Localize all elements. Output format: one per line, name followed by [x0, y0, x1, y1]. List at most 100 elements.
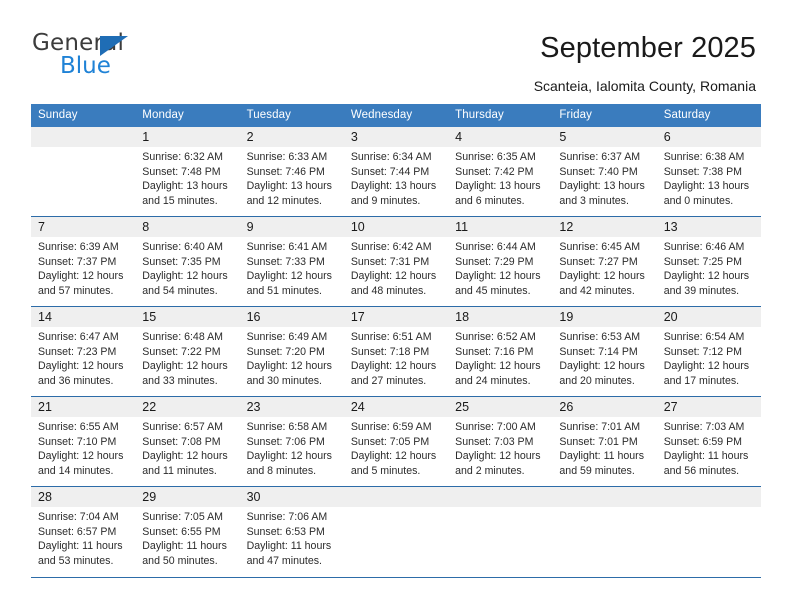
day-sun-info: Sunrise: 6:52 AM Sunset: 7:16 PM Daylight:… — [448, 327, 552, 388]
calendar-week-row: 21 Sunrise: 6:55 AM Sunset: 7:10 PM Dayligh… — [31, 396, 761, 487]
calendar-day-cell[interactable]: 2 Sunrise: 6:33 AM Sunset: 7:46 PM Daylight… — [239, 127, 344, 217]
sunset-text: Sunset: 7:06 PM — [246, 435, 325, 448]
calendar-day-cell[interactable]: 14 Sunrise: 6:47 AM Sunset: 7:23 PM Dayligh… — [31, 306, 136, 397]
daylight-text-line2: and 27 minutes. — [350, 374, 427, 387]
sunset-text: Sunset: 7:03 PM — [455, 435, 534, 448]
daylight-text-line2: and 6 minutes. — [455, 194, 525, 207]
day-number: 26 — [552, 397, 657, 417]
page-header: General Blue September 2025 Scanteia, Ia… — [0, 0, 792, 104]
day-sun-info: Sunrise: 6:54 AM Sunset: 7:12 PM Daylight:… — [657, 327, 761, 388]
day-sun-info: Sunrise: 6:44 AM Sunset: 7:29 PM Daylight:… — [448, 237, 552, 298]
day-sun-info: Sunrise: 6:42 AM Sunset: 7:31 PM Daylight:… — [344, 237, 448, 298]
daylight-text-line2: and 8 minutes. — [246, 464, 317, 477]
daylight-text-line2: and 53 minutes. — [38, 554, 114, 567]
day-number: 29 — [135, 487, 240, 507]
day-sun-info: Sunrise: 6:33 AM Sunset: 7:46 PM Daylight:… — [240, 147, 344, 208]
sunset-text: Sunset: 7:46 PM — [246, 165, 325, 178]
daylight-text-line1: Daylight: 12 hours — [455, 270, 541, 283]
sunset-text: Sunset: 7:31 PM — [350, 255, 430, 268]
calendar-day-cell[interactable]: 28 Sunrise: 7:04 AM Sunset: 6:57 PM Dayligh… — [31, 486, 136, 576]
calendar-empty-cell — [448, 486, 553, 576]
daylight-text-line2: and 59 minutes. — [559, 464, 635, 477]
calendar-day-cell[interactable]: 24 Sunrise: 6:59 AM Sunset: 7:05 PM Dayligh… — [343, 396, 449, 487]
daylight-text-line2: and 5 minutes. — [350, 464, 421, 477]
sunset-text: Sunset: 7:22 PM — [142, 345, 221, 358]
day-number: 5 — [552, 127, 657, 147]
sunrise-text: Sunrise: 6:52 AM — [455, 331, 536, 343]
weekday-header-monday: Monday — [135, 104, 240, 127]
sunrise-text: Sunrise: 6:42 AM — [350, 241, 432, 253]
day-number: 20 — [656, 307, 761, 327]
day-sun-info: Sunrise: 6:41 AM Sunset: 7:33 PM Daylight:… — [240, 237, 344, 298]
sunset-text: Sunset: 7:29 PM — [455, 255, 534, 268]
day-number: 7 — [31, 217, 136, 237]
calendar-day-cell[interactable]: 16 Sunrise: 6:49 AM Sunset: 7:20 PM Dayligh… — [239, 306, 344, 397]
sunset-text: Sunset: 7:05 PM — [350, 435, 430, 448]
calendar-day-cell[interactable]: 19 Sunrise: 6:53 AM Sunset: 7:14 PM Dayligh… — [552, 306, 657, 397]
day-number: 4 — [448, 127, 553, 147]
calendar-day-cell[interactable]: 20 Sunrise: 6:54 AM Sunset: 7:12 PM Dayligh… — [656, 306, 761, 397]
calendar-day-cell[interactable]: 26 Sunrise: 7:01 AM Sunset: 7:01 PM Dayligh… — [552, 396, 657, 487]
weekday-header-friday: Friday — [552, 104, 657, 127]
daylight-text-line2: and 45 minutes. — [455, 284, 531, 297]
page-subtitle: Scanteia, Ialomita County, Romania — [533, 78, 756, 94]
calendar-day-cell[interactable]: 4 Sunrise: 6:35 AM Sunset: 7:42 PM Daylight… — [448, 127, 553, 217]
day-sun-info: Sunrise: 6:53 AM Sunset: 7:14 PM Daylight:… — [552, 327, 656, 388]
calendar-day-cell[interactable]: 11 Sunrise: 6:44 AM Sunset: 7:29 PM Dayligh… — [448, 216, 553, 307]
calendar-day-cell[interactable]: 12 Sunrise: 6:45 AM Sunset: 7:27 PM Dayligh… — [552, 216, 657, 307]
calendar-day-cell[interactable]: 5 Sunrise: 6:37 AM Sunset: 7:40 PM Daylight… — [552, 127, 657, 217]
day-number: 11 — [448, 217, 553, 237]
daylight-text-line2: and 33 minutes. — [142, 374, 218, 387]
day-number: 9 — [239, 217, 344, 237]
calendar-day-cell[interactable]: 7 Sunrise: 6:39 AM Sunset: 7:37 PM Daylight… — [31, 216, 136, 307]
sunset-text: Sunset: 7:18 PM — [350, 345, 430, 358]
calendar-empty-cell — [552, 486, 657, 576]
calendar-header-row: Sunday Monday Tuesday Wednesday Thursday… — [31, 104, 761, 127]
calendar-grid: Sunday Monday Tuesday Wednesday Thursday… — [31, 104, 761, 576]
calendar-day-cell[interactable]: 22 Sunrise: 6:57 AM Sunset: 7:08 PM Dayligh… — [135, 396, 240, 487]
sunset-text: Sunset: 7:35 PM — [142, 255, 221, 268]
day-sun-info: Sunrise: 7:01 AM Sunset: 7:01 PM Daylight:… — [552, 417, 656, 478]
sunset-text: Sunset: 6:53 PM — [246, 525, 325, 538]
sunset-text: Sunset: 7:08 PM — [142, 435, 221, 448]
daylight-text-line2: and 50 minutes. — [142, 554, 218, 567]
sunrise-text: Sunrise: 6:53 AM — [559, 331, 641, 343]
calendar-day-cell[interactable]: 8 Sunrise: 6:40 AM Sunset: 7:35 PM Daylight… — [135, 216, 240, 307]
calendar-day-cell[interactable]: 30 Sunrise: 7:06 AM Sunset: 6:53 PM Dayligh… — [239, 486, 344, 576]
calendar-day-cell[interactable]: 29 Sunrise: 7:05 AM Sunset: 6:55 PM Dayligh… — [135, 486, 240, 576]
sunset-text: Sunset: 7:44 PM — [350, 165, 430, 178]
calendar-day-cell[interactable]: 13 Sunrise: 6:46 AM Sunset: 7:25 PM Dayligh… — [656, 216, 761, 307]
calendar-day-cell[interactable]: 10 Sunrise: 6:42 AM Sunset: 7:31 PM Dayligh… — [343, 216, 449, 307]
sunrise-text: Sunrise: 6:40 AM — [142, 241, 223, 253]
day-number: 12 — [552, 217, 657, 237]
day-number: 13 — [656, 217, 761, 237]
daylight-text-line1: Daylight: 12 hours — [663, 360, 750, 373]
calendar-day-cell[interactable]: 6 Sunrise: 6:38 AM Sunset: 7:38 PM Daylight… — [656, 127, 761, 217]
weekday-header-wednesday: Wednesday — [343, 104, 449, 127]
sunrise-text: Sunrise: 6:33 AM — [246, 151, 328, 163]
calendar-day-cell[interactable]: 1 Sunrise: 6:32 AM Sunset: 7:48 PM Daylight… — [135, 127, 240, 217]
calendar-day-cell[interactable]: 27 Sunrise: 7:03 AM Sunset: 6:59 PM Dayligh… — [656, 396, 761, 487]
daylight-text-line1: Daylight: 12 hours — [350, 450, 437, 463]
day-number: 25 — [448, 397, 553, 417]
daylight-text-line2: and 42 minutes. — [559, 284, 635, 297]
daylight-text-line2: and 2 minutes. — [455, 464, 525, 477]
calendar-day-cell[interactable]: 21 Sunrise: 6:55 AM Sunset: 7:10 PM Dayligh… — [31, 396, 136, 487]
daylight-text-line2: and 3 minutes. — [559, 194, 629, 207]
calendar-day-cell[interactable]: 9 Sunrise: 6:41 AM Sunset: 7:33 PM Daylight… — [239, 216, 344, 307]
general-blue-logo[interactable]: General Blue — [32, 30, 252, 86]
calendar-day-cell[interactable]: 23 Sunrise: 6:58 AM Sunset: 7:06 PM Dayligh… — [239, 396, 344, 487]
calendar-day-cell[interactable]: 25 Sunrise: 7:00 AM Sunset: 7:03 PM Dayligh… — [448, 396, 553, 487]
calendar-week-row: 14 Sunrise: 6:47 AM Sunset: 7:23 PM Dayligh… — [31, 306, 761, 397]
calendar-day-cell[interactable]: 3 Sunrise: 6:34 AM Sunset: 7:44 PM Daylight… — [343, 127, 449, 217]
calendar-day-cell[interactable]: 17 Sunrise: 6:51 AM Sunset: 7:18 PM Dayligh… — [343, 306, 449, 397]
calendar-day-cell[interactable]: 18 Sunrise: 6:52 AM Sunset: 7:16 PM Dayligh… — [448, 306, 553, 397]
calendar-day-cell[interactable]: 15 Sunrise: 6:48 AM Sunset: 7:22 PM Dayligh… — [135, 306, 240, 397]
weekday-header-thursday: Thursday — [448, 104, 553, 127]
daylight-text-line1: Daylight: 12 hours — [142, 450, 228, 463]
day-sun-info: Sunrise: 7:04 AM Sunset: 6:57 PM Daylight:… — [31, 507, 135, 568]
daylight-text-line1: Daylight: 11 hours — [246, 540, 332, 553]
daylight-text-line1: Daylight: 12 hours — [350, 360, 437, 373]
sunset-text: Sunset: 7:37 PM — [38, 255, 117, 268]
daylight-text-line2: and 17 minutes. — [663, 374, 740, 387]
